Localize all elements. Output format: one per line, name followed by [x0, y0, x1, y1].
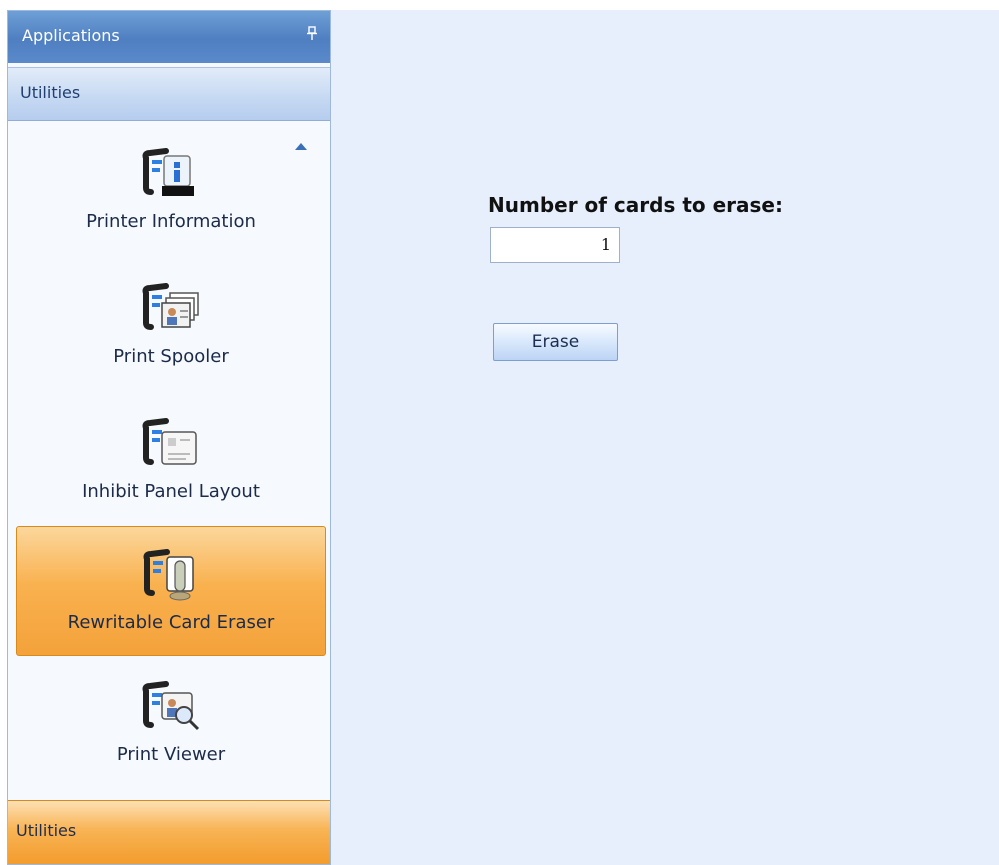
pin-icon[interactable] [307, 26, 317, 44]
cards-to-erase-label: Number of cards to erase: [488, 193, 783, 217]
cards-to-erase-input[interactable]: 1 [490, 227, 620, 263]
panel-title: Applications [22, 26, 120, 45]
applications-panel: Applications Utilities Printer Informati… [7, 10, 331, 865]
nav-item-label: Rewritable Card Eraser [67, 612, 275, 633]
nav-item-label: Inhibit Panel Layout [82, 481, 260, 502]
nav-item-print-viewer[interactable]: Print Viewer [16, 659, 326, 789]
content-area: Number of cards to erase: 1 Erase [331, 10, 999, 865]
panel-header: Applications [8, 11, 330, 63]
nav-item-printer-information[interactable]: Printer Information [16, 126, 326, 256]
bottom-group-label: Utilities [16, 821, 77, 840]
nav-item-rewritable-card-eraser[interactable]: Rewritable Card Eraser [16, 526, 326, 656]
group-label: Utilities [20, 83, 81, 102]
printer-information-icon [142, 148, 194, 196]
rewritable-card-eraser-icon [143, 549, 194, 601]
nav-item-label: Print Spooler [113, 346, 229, 367]
inhibit-panel-layout-icon [142, 418, 197, 465]
nav-item-label: Printer Information [86, 211, 256, 232]
print-viewer-icon [142, 681, 200, 731]
nav-item-print-spooler[interactable]: Print Spooler [16, 261, 326, 391]
utilities-list: Printer Information Print Spooler Inhibi… [8, 121, 330, 801]
nav-item-label: Print Viewer [116, 744, 226, 765]
nav-item-inhibit-panel-layout[interactable]: Inhibit Panel Layout [16, 396, 326, 526]
utilities-group-header[interactable]: Utilities [8, 67, 330, 121]
erase-button[interactable]: Erase [493, 323, 618, 361]
utilities-group-tab[interactable]: Utilities [8, 800, 330, 864]
print-spooler-icon [142, 283, 199, 330]
